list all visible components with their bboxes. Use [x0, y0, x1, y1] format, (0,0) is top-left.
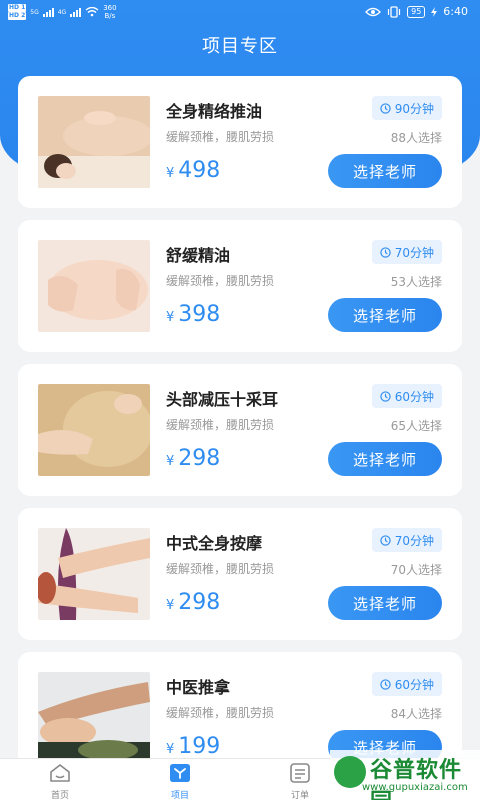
currency-symbol: ¥	[166, 166, 175, 181]
currency-symbol: ¥	[166, 310, 175, 325]
page-title: 项目专区	[202, 36, 278, 57]
tab-label: 订单	[290, 791, 309, 800]
duration-text: 70分钟	[394, 533, 434, 548]
project-description: 缓解颈椎，腰肌劳损	[166, 130, 275, 144]
price-value: 398	[178, 302, 221, 327]
project-description: 缓解颈椎，腰肌劳损	[166, 562, 275, 576]
tab-projects[interactable]: 项目	[150, 763, 210, 800]
tab-home[interactable]: 首页	[30, 763, 90, 800]
sim2-badge: HD 2	[8, 12, 27, 20]
duration-text: 70分钟	[394, 245, 434, 260]
selection-count: 53人选择	[390, 275, 442, 289]
project-name: 中式全身按摩	[166, 534, 263, 553]
clock-icon	[380, 534, 391, 546]
price-value: 298	[178, 590, 221, 615]
tab-label: 项目	[170, 791, 189, 800]
clock-icon	[380, 102, 391, 114]
project-card[interactable]: 舒缓精油 缓解颈椎，腰肌劳损 ¥398 70分钟 53人选择 选择老师	[18, 220, 462, 352]
choose-teacher-button[interactable]: 选择老师	[328, 154, 442, 188]
project-card[interactable]: 全身精络推油 缓解颈椎，腰肌劳损 ¥498 90分钟 88人选择 选择老师	[18, 76, 462, 208]
status-bar: HD 1 HD 2 5G 4G 360 B/s 95 6:40	[0, 0, 480, 26]
project-name: 舒缓精油	[166, 246, 231, 265]
project-price: ¥298	[166, 590, 220, 615]
network-speed: 360 B/s	[103, 4, 117, 20]
project-thumbnail[interactable]	[38, 528, 150, 620]
project-thumbnail[interactable]	[38, 240, 150, 332]
clock-icon	[380, 390, 391, 402]
sim1-badge: HD 1	[8, 4, 27, 12]
wifi-icon	[85, 7, 99, 17]
clock-icon	[380, 246, 391, 258]
currency-symbol: ¥	[166, 742, 175, 757]
duration-badge: 70分钟	[371, 528, 442, 552]
currency-symbol: ¥	[166, 598, 175, 613]
project-description: 缓解颈椎，腰肌劳损	[166, 706, 275, 720]
price-value: 298	[178, 446, 221, 471]
price-value: 498	[178, 158, 221, 183]
sim-indicators: HD 1 HD 2	[8, 4, 27, 20]
tab-orders[interactable]: 订单	[270, 763, 330, 800]
clock: 6:40	[443, 5, 468, 18]
selection-count: 88人选择	[390, 131, 442, 145]
signal-icon	[42, 7, 54, 17]
duration-text: 60分钟	[394, 677, 434, 692]
projects-icon	[170, 764, 190, 782]
duration-text: 90分钟	[394, 101, 434, 116]
selection-count: 84人选择	[390, 707, 442, 721]
eye-icon	[365, 7, 382, 16]
choose-teacher-button[interactable]: 选择老师	[328, 298, 442, 332]
selection-count: 70人选择	[390, 563, 442, 577]
tab-label: 首页	[50, 791, 69, 800]
project-name: 全身精络推油	[166, 102, 263, 121]
project-price: ¥398	[166, 302, 220, 327]
network-type-2: 4G	[57, 8, 67, 16]
home-icon	[50, 764, 70, 782]
project-card[interactable]: 中式全身按摩 缓解颈椎，腰肌劳损 ¥298 70分钟 70人选择 选择老师	[18, 508, 462, 640]
vibrate-icon	[388, 5, 401, 18]
project-price: ¥498	[166, 158, 220, 183]
duration-badge: 90分钟	[371, 96, 442, 120]
project-price: ¥199	[166, 734, 220, 759]
project-thumbnail[interactable]	[38, 384, 150, 476]
signal-icon-2	[70, 7, 82, 17]
duration-badge: 60分钟	[371, 384, 442, 408]
project-description: 缓解颈椎，腰肌劳损	[166, 274, 275, 288]
selection-count: 65人选择	[390, 419, 442, 433]
price-value: 199	[178, 734, 221, 759]
choose-teacher-button[interactable]: 选择老师	[328, 442, 442, 476]
charging-icon	[431, 6, 438, 17]
duration-badge: 70分钟	[371, 240, 442, 264]
project-description: 缓解颈椎，腰肌劳损	[166, 418, 275, 432]
clock-icon	[380, 678, 391, 690]
watermark-url: www.gupuxiazai.com	[362, 782, 468, 793]
duration-badge: 60分钟	[371, 672, 442, 696]
project-card[interactable]: 头部减压十采耳 缓解颈椎，腰肌劳损 ¥298 60分钟 65人选择 选择老师	[18, 364, 462, 496]
project-thumbnail[interactable]	[38, 672, 150, 764]
project-name: 头部减压十采耳	[166, 390, 279, 409]
choose-teacher-button[interactable]: 选择老师	[328, 586, 442, 620]
project-name: 中医推拿	[166, 678, 231, 697]
watermark: 谷普软件园 www.gupuxiazai.com	[330, 750, 480, 800]
project-thumbnail[interactable]	[38, 96, 150, 188]
battery-indicator: 95	[407, 5, 426, 18]
orders-icon	[290, 763, 310, 783]
network-type-1: 5G	[30, 8, 39, 16]
duration-text: 60分钟	[394, 389, 434, 404]
project-price: ¥298	[166, 446, 220, 471]
currency-symbol: ¥	[166, 454, 175, 469]
